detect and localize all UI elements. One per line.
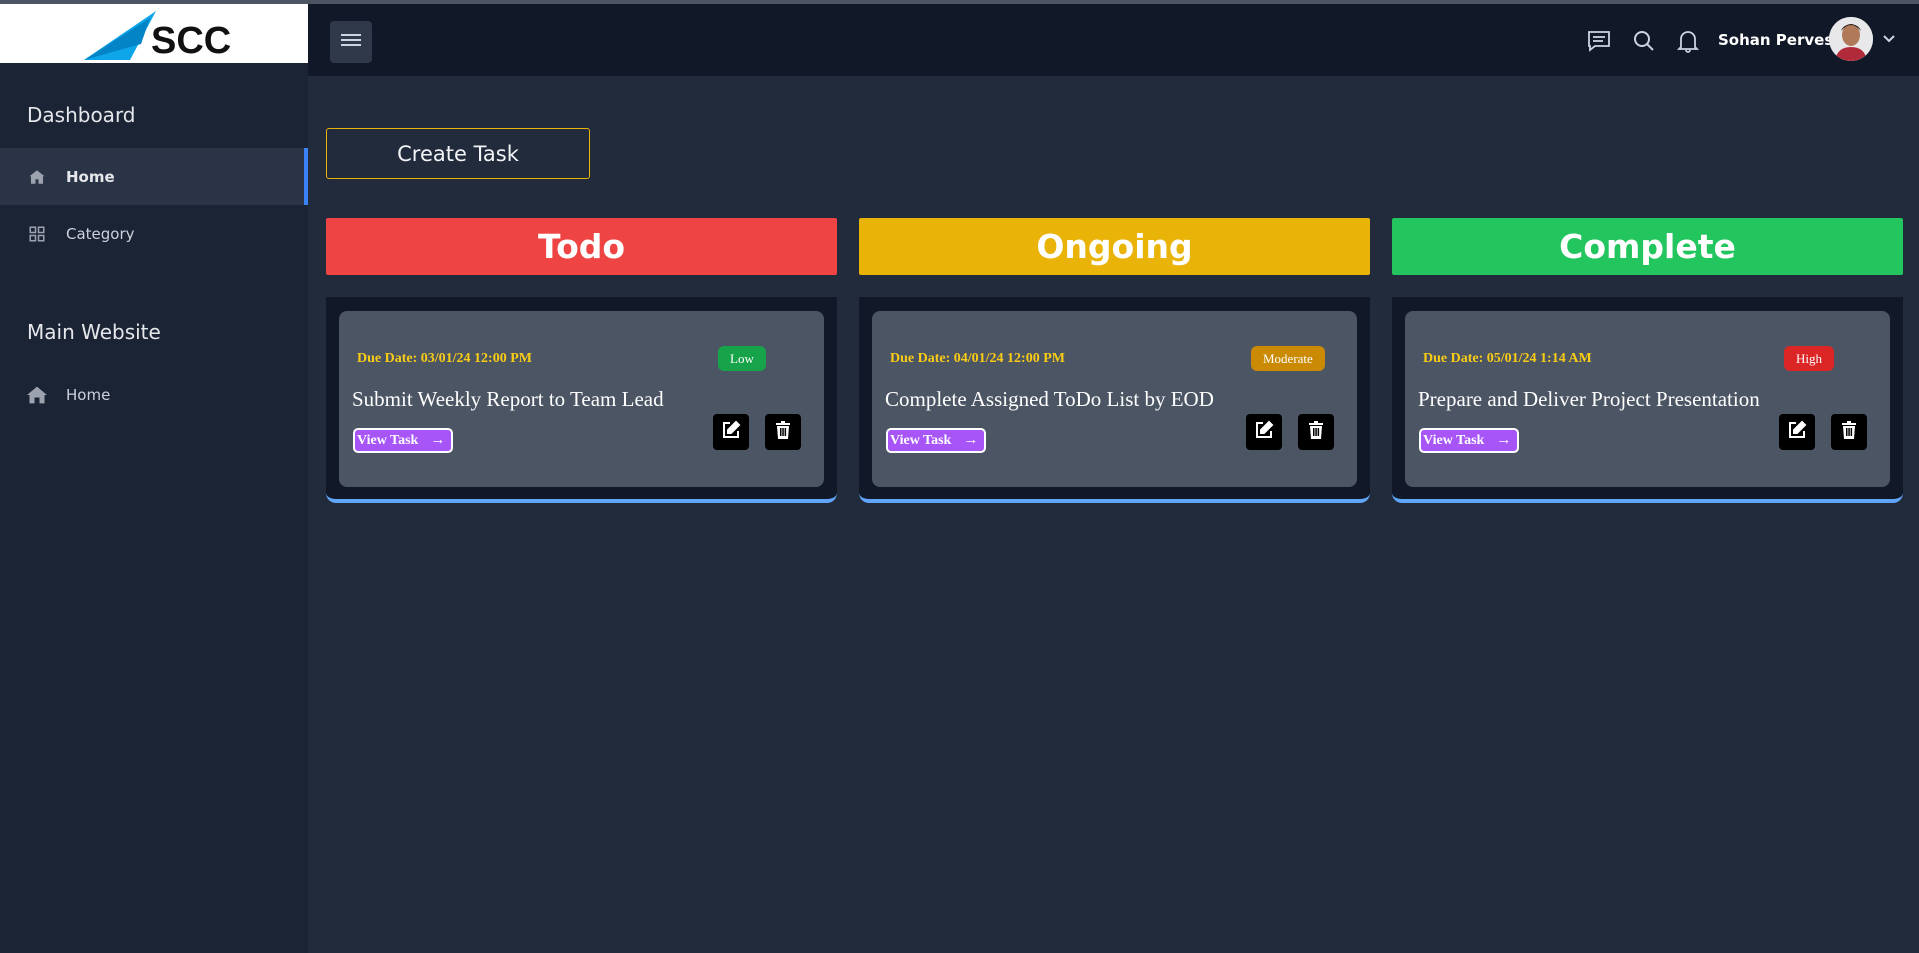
top-header: Sohan Perves bbox=[308, 4, 1919, 76]
chevron-down-icon[interactable] bbox=[1882, 31, 1896, 49]
task-title: Submit Weekly Report to Team Lead bbox=[352, 387, 664, 411]
view-task-label: View Task bbox=[357, 432, 419, 448]
search-icon[interactable] bbox=[1631, 28, 1657, 54]
trash-icon bbox=[775, 420, 791, 444]
section-dashboard: Dashboard bbox=[27, 103, 136, 127]
delete-button[interactable] bbox=[1298, 414, 1334, 450]
user-name[interactable]: Sohan Perves bbox=[1718, 31, 1833, 49]
column-todo-header: Todo bbox=[326, 218, 837, 275]
hamburger-icon bbox=[341, 32, 361, 53]
column-todo: Due Date: 03/01/24 12:00 PM Low Submit W… bbox=[326, 297, 837, 503]
sidebar-item-category[interactable]: Category bbox=[0, 205, 308, 262]
view-task-button[interactable]: View Task → bbox=[353, 428, 454, 453]
edit-button[interactable] bbox=[1246, 414, 1282, 450]
view-task-label: View Task bbox=[1423, 432, 1485, 448]
delete-button[interactable] bbox=[1831, 414, 1867, 450]
grid-icon bbox=[27, 224, 47, 244]
column-complete: Due Date: 05/01/24 1:14 AM High Prepare … bbox=[1392, 297, 1903, 503]
menu-toggle-button[interactable] bbox=[330, 21, 372, 63]
view-task-button[interactable]: View Task → bbox=[1419, 428, 1520, 453]
edit-icon bbox=[1254, 420, 1274, 445]
delete-button[interactable] bbox=[765, 414, 801, 450]
sidebar-item-label: Home bbox=[66, 385, 111, 404]
sidebar-item-website-home[interactable]: Home bbox=[0, 366, 308, 423]
edit-icon bbox=[1787, 420, 1807, 445]
avatar[interactable] bbox=[1829, 17, 1873, 61]
view-task-label: View Task bbox=[890, 432, 952, 448]
trash-icon bbox=[1308, 420, 1324, 444]
sidebar-item-label: Home bbox=[66, 167, 115, 186]
task-card: Due Date: 03/01/24 12:00 PM Low Submit W… bbox=[339, 311, 824, 487]
view-task-button[interactable]: View Task → bbox=[886, 428, 987, 453]
arrow-right-icon: → bbox=[1496, 432, 1512, 448]
arrow-right-icon: → bbox=[963, 432, 979, 448]
bell-icon[interactable] bbox=[1675, 28, 1701, 54]
logo[interactable]: SCC bbox=[0, 4, 308, 63]
task-title: Complete Assigned ToDo List by EOD bbox=[885, 387, 1214, 411]
section-main-website: Main Website bbox=[27, 320, 161, 344]
column-complete-header: Complete bbox=[1392, 218, 1903, 275]
priority-badge: High bbox=[1784, 346, 1834, 371]
chat-icon[interactable] bbox=[1586, 28, 1612, 54]
home-icon bbox=[27, 167, 47, 187]
create-task-button[interactable]: Create Task bbox=[326, 128, 590, 179]
priority-badge: Low bbox=[718, 346, 766, 371]
task-card: Due Date: 05/01/24 1:14 AM High Prepare … bbox=[1405, 311, 1890, 487]
edit-button[interactable] bbox=[1779, 414, 1815, 450]
column-ongoing-header: Ongoing bbox=[859, 218, 1370, 275]
due-date: Due Date: 04/01/24 12:00 PM bbox=[890, 351, 1065, 366]
house-icon bbox=[27, 385, 47, 405]
edit-icon bbox=[721, 420, 741, 445]
priority-badge: Moderate bbox=[1251, 346, 1325, 371]
trash-icon bbox=[1841, 420, 1857, 444]
task-title: Prepare and Deliver Project Presentation bbox=[1418, 387, 1760, 411]
due-date: Due Date: 05/01/24 1:14 AM bbox=[1423, 351, 1592, 366]
task-card: Due Date: 04/01/24 12:00 PM Moderate Com… bbox=[872, 311, 1357, 487]
due-date: Due Date: 03/01/24 12:00 PM bbox=[357, 351, 532, 366]
edit-button[interactable] bbox=[713, 414, 749, 450]
logo-mark bbox=[84, 11, 156, 60]
sidebar: SCC Dashboard Home Category Main Website… bbox=[0, 4, 308, 953]
logo-text: SCC bbox=[151, 20, 231, 62]
column-ongoing: Due Date: 04/01/24 12:00 PM Moderate Com… bbox=[859, 297, 1370, 503]
sidebar-item-home[interactable]: Home bbox=[0, 148, 308, 205]
arrow-right-icon: → bbox=[430, 432, 446, 448]
sidebar-item-label: Category bbox=[66, 224, 135, 243]
